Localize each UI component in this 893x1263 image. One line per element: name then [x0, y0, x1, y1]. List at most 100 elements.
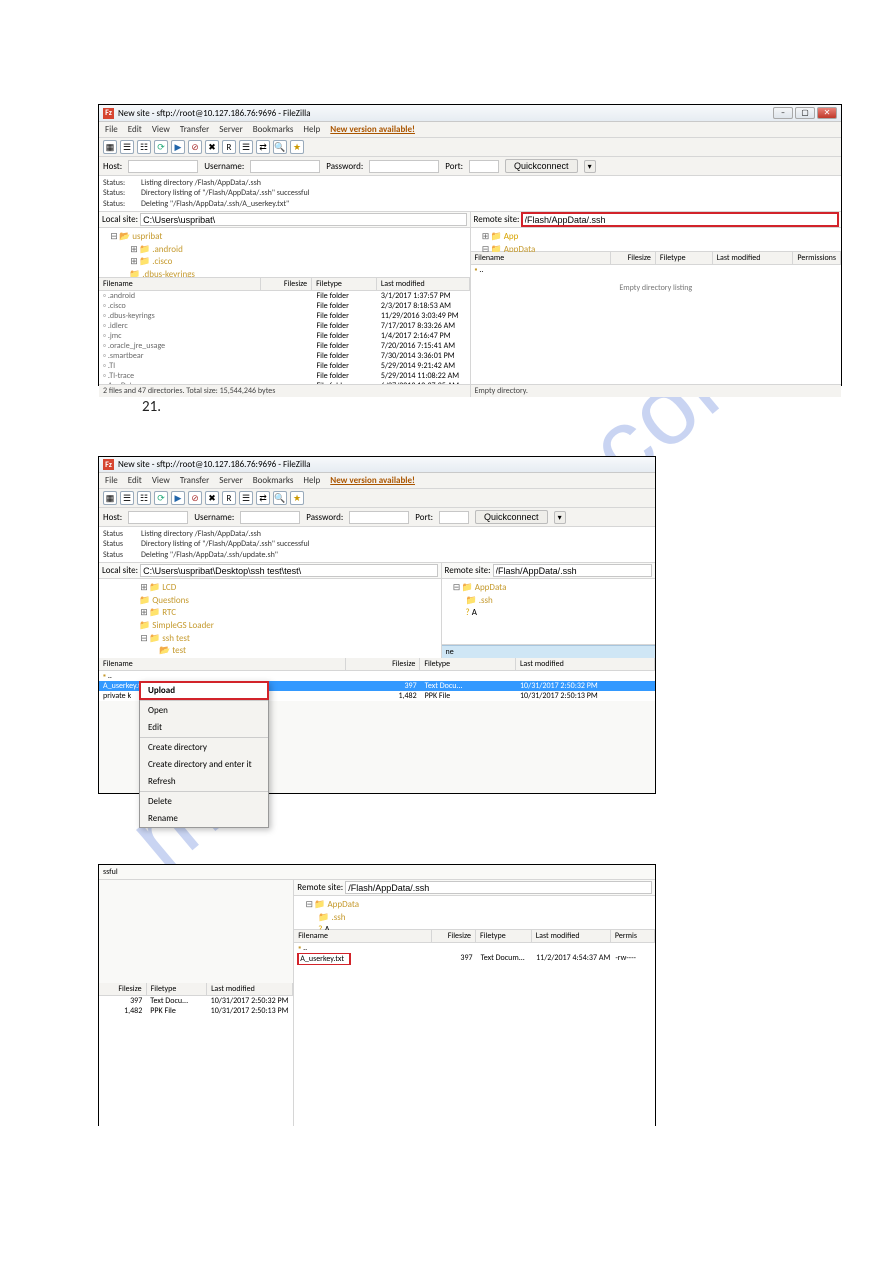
compare-icon[interactable]: ⇄ [256, 491, 270, 505]
col-filesize[interactable]: Filesize [611, 252, 656, 264]
search-icon[interactable]: 🔍 [273, 140, 287, 154]
menu-server[interactable]: Server [219, 475, 242, 486]
list-row[interactable]: 1,482 PPK File 10/31/2017 2:50:13 PM [99, 1006, 293, 1016]
bookmark-icon[interactable]: ★ [290, 491, 304, 505]
tree-folder[interactable]: AppData [462, 582, 507, 593]
process-queue-icon[interactable]: ▶ [171, 140, 185, 154]
menu-new-version[interactable]: New version available! [330, 475, 415, 486]
list-row[interactable]: .oracle_jre_usageFile folder7/20/2016 7:… [99, 341, 470, 351]
ctx-delete[interactable]: Delete [140, 793, 268, 810]
disconnect-icon[interactable]: ✖ [205, 140, 219, 154]
list-row[interactable]: .TI-traceFile folder5/29/2014 11:08:22 A… [99, 371, 470, 381]
tree-folder[interactable]: App [491, 231, 519, 242]
menu-view[interactable]: View [152, 475, 170, 486]
reconnect-icon[interactable]: R [222, 140, 236, 154]
menu-help[interactable]: Help [303, 124, 320, 135]
maximize-button[interactable]: ▢ [795, 107, 815, 119]
compare-icon[interactable]: ⇄ [256, 140, 270, 154]
tree-folder[interactable]: .ssh [318, 912, 345, 923]
cancel-icon[interactable]: ⊘ [188, 491, 202, 505]
ctx-rename[interactable]: Rename [140, 810, 268, 827]
ctx-edit[interactable]: Edit [140, 719, 268, 736]
menu-server[interactable]: Server [219, 124, 242, 135]
list-row[interactable]: .idlercFile folder7/17/2017 8:33:26 AM [99, 321, 470, 331]
disconnect-icon[interactable]: ✖ [205, 491, 219, 505]
parent-dir[interactable]: .. [294, 943, 655, 953]
remote-path-input[interactable] [493, 564, 652, 577]
bookmark-icon[interactable]: ★ [290, 140, 304, 154]
list-row[interactable]: .smartbearFile folder7/30/2014 3:36:01 P… [99, 351, 470, 361]
tree-folder[interactable]: .android [139, 244, 183, 255]
password-input[interactable] [349, 511, 409, 524]
tree-folder[interactable]: AppData [314, 899, 359, 910]
list-row[interactable]: .TIFile folder5/29/2014 9:21:42 AM [99, 361, 470, 371]
menu-view[interactable]: View [152, 124, 170, 135]
local-path-input[interactable] [140, 564, 437, 577]
parent-dir[interactable]: .. [99, 671, 655, 681]
list-row[interactable]: A_userkey.txt 397 Text Docum... 11/2/201… [294, 953, 655, 965]
quickconnect-button[interactable]: Quickconnect [475, 510, 548, 524]
list-row[interactable]: .jmcFile folder1/4/2017 2:16:47 PM [99, 331, 470, 341]
menu-new-version[interactable]: New version available! [330, 124, 415, 135]
ctx-create-dir[interactable]: Create directory [140, 739, 268, 756]
menu-bookmarks[interactable]: Bookmarks [253, 124, 294, 135]
tree-folder[interactable]: ssh test [149, 633, 190, 644]
tree-folder[interactable]: uspribat [119, 231, 162, 242]
quickconnect-button[interactable]: Quickconnect [505, 159, 578, 173]
host-input[interactable] [128, 511, 188, 524]
ctx-open[interactable]: Open [140, 702, 268, 719]
col-filesize[interactable]: Filesize [99, 983, 147, 995]
filter-icon[interactable]: ☰ [239, 491, 253, 505]
username-input[interactable] [250, 160, 320, 173]
col-filetype[interactable]: Filetype [147, 983, 207, 995]
local-path-input[interactable] [140, 213, 466, 226]
tree-folder[interactable]: RTC [149, 607, 176, 618]
reconnect-icon[interactable]: R [222, 491, 236, 505]
col-permissions[interactable]: Permissions [793, 252, 841, 264]
col-filename[interactable]: Filename [99, 658, 346, 670]
minimize-button[interactable]: – [773, 107, 793, 119]
col-filetype[interactable]: Filetype [476, 930, 532, 942]
site-manager-icon[interactable]: ▦ [103, 491, 117, 505]
col-filetype[interactable]: Filetype [656, 252, 713, 264]
ctx-refresh[interactable]: Refresh [140, 773, 268, 790]
tree-folder[interactable]: .ssh [466, 595, 493, 606]
list-row[interactable]: .androidFile folder3/1/2017 1:37:57 PM [99, 291, 470, 301]
menu-transfer[interactable]: Transfer [180, 124, 209, 135]
col-modified[interactable]: Last modified [207, 983, 293, 995]
col-filesize[interactable]: Filesize [346, 658, 420, 670]
list-row[interactable]: .dbus-keyringsFile folder11/29/2016 3:03… [99, 311, 470, 321]
host-input[interactable] [128, 160, 198, 173]
col-filesize[interactable]: Filesize [261, 278, 312, 290]
list-row[interactable]: 397 Text Docu... 10/31/2017 2:50:32 PM [99, 996, 293, 1006]
col-modified[interactable]: Last modified [532, 930, 611, 942]
col-filename[interactable]: Filename [99, 278, 261, 290]
menu-edit[interactable]: Edit [128, 475, 142, 486]
tree-folder[interactable]: Questions [139, 595, 189, 606]
col-filetype[interactable]: Filetype [420, 658, 516, 670]
tree-folder[interactable]: .dbus-keyrings [129, 269, 195, 278]
site-manager-icon[interactable]: ▦ [103, 140, 117, 154]
ctx-create-dir-enter[interactable]: Create directory and enter it [140, 756, 268, 773]
tree-folder[interactable]: .cisco [139, 256, 172, 267]
menu-edit[interactable]: Edit [128, 124, 142, 135]
col-modified[interactable]: Last modified [377, 278, 470, 290]
tree-folder[interactable]: A [472, 607, 477, 618]
process-queue-icon[interactable]: ▶ [171, 491, 185, 505]
remote-path-input[interactable] [522, 213, 838, 226]
toggle-tree-icon[interactable]: ☷ [137, 491, 151, 505]
menu-file[interactable]: File [105, 124, 118, 135]
menu-transfer[interactable]: Transfer [180, 475, 209, 486]
password-input[interactable] [369, 160, 439, 173]
username-input[interactable] [240, 511, 300, 524]
tree-folder[interactable]: LCD [149, 582, 176, 593]
menu-bookmarks[interactable]: Bookmarks [253, 475, 294, 486]
col-modified[interactable]: Last modified [516, 658, 655, 670]
remote-path-input[interactable] [345, 881, 652, 894]
refresh-icon[interactable]: ⟳ [154, 491, 168, 505]
port-input[interactable] [439, 511, 469, 524]
toggle-log-icon[interactable]: ☰ [120, 491, 134, 505]
col-filetype[interactable]: Filetype [312, 278, 377, 290]
col-permissions[interactable]: Permis [611, 930, 655, 942]
menu-file[interactable]: File [105, 475, 118, 486]
